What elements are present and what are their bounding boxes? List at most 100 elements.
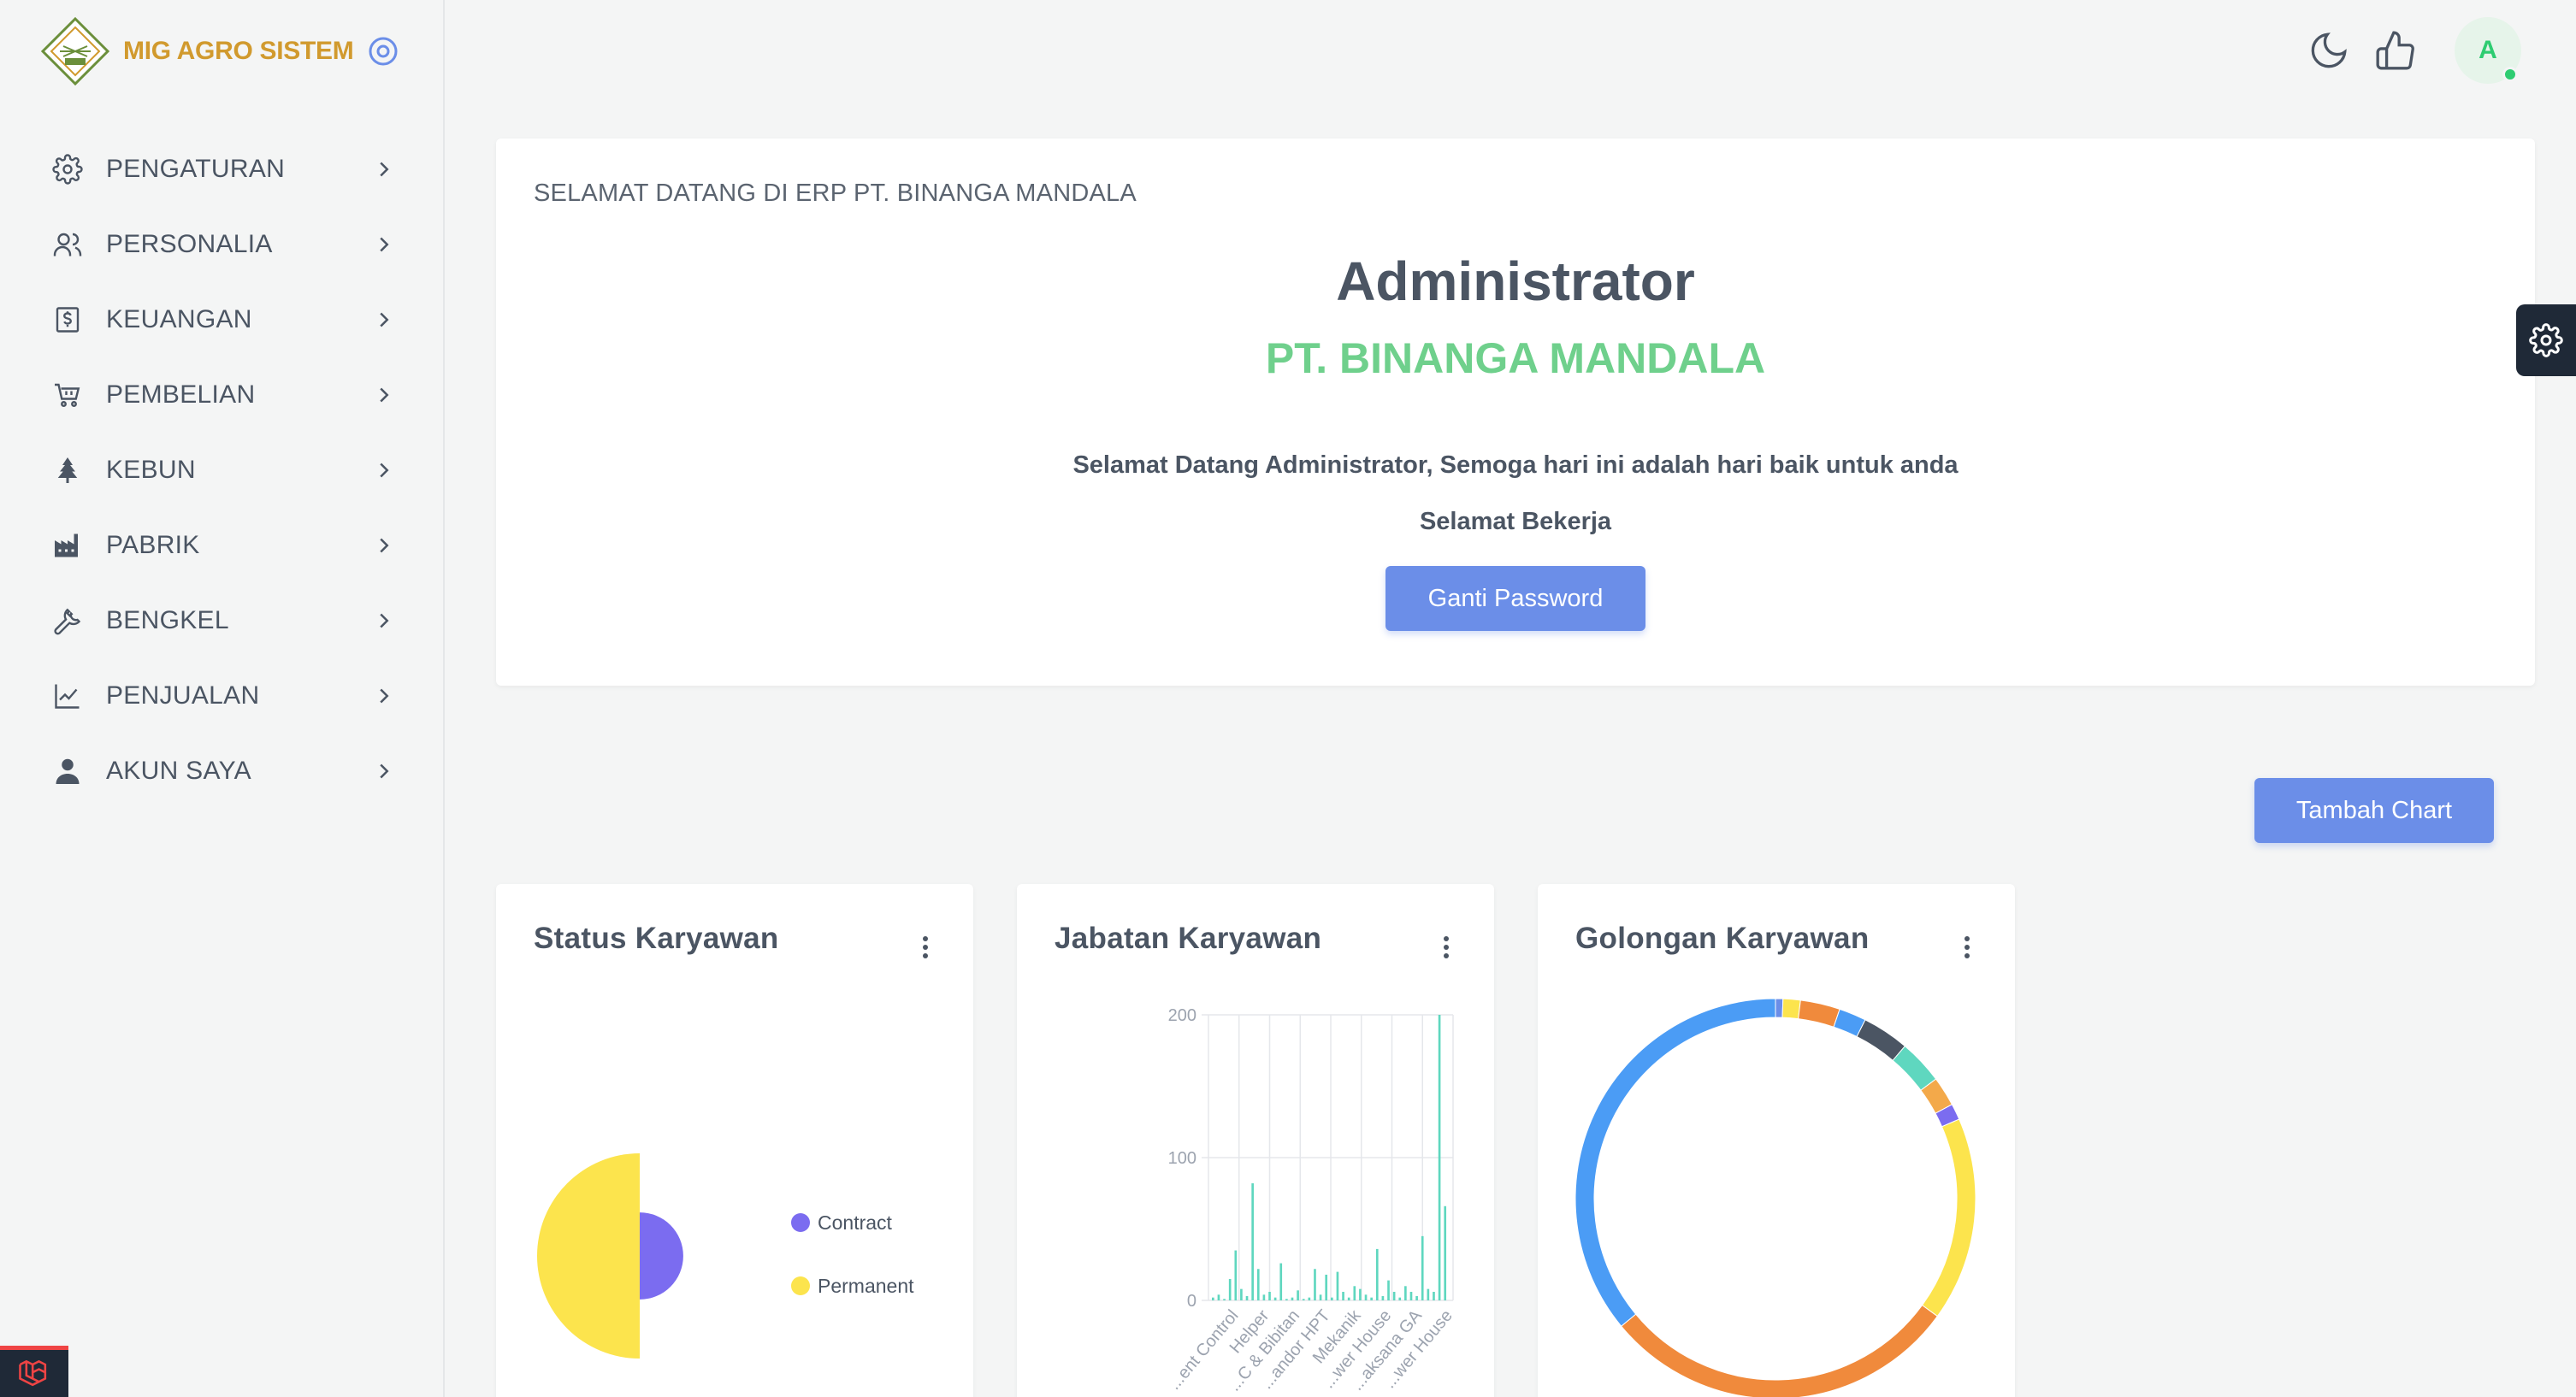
bar[interactable] — [1444, 1205, 1447, 1300]
bar[interactable] — [1381, 1295, 1385, 1300]
sidebar-item-keuangan[interactable]: KEUANGAN — [0, 282, 445, 357]
bar[interactable] — [1256, 1269, 1260, 1300]
bar[interactable] — [1234, 1250, 1238, 1300]
add-chart-button[interactable]: Tambah Chart — [2254, 778, 2494, 843]
bar[interactable] — [1285, 1299, 1288, 1300]
company-name: PT. BINANGA MANDALA — [1265, 334, 1766, 382]
bar[interactable] — [1223, 1299, 1226, 1300]
bar[interactable] — [1251, 1183, 1254, 1300]
bar[interactable] — [1353, 1286, 1356, 1300]
theme-settings-button[interactable] — [2516, 304, 2576, 376]
pie-slice-permanent[interactable] — [537, 1153, 640, 1359]
bar[interactable] — [1375, 1248, 1379, 1300]
chart-card-status: Status Karyawan Contract Permanent — [496, 884, 973, 1397]
chart-card-jabatan: Jabatan Karyawan 0 100 200 ...ent Control He… — [1017, 884, 1494, 1397]
bar[interactable] — [1273, 1297, 1277, 1300]
bar-chart: 0100200...ent ControlHelper...C & Bibita… — [1165, 1006, 1456, 1395]
sidebar-item-pengaturan[interactable]: PENGATURAN — [0, 132, 445, 207]
bar[interactable] — [1387, 1280, 1390, 1300]
doughnut-segment[interactable] — [1575, 998, 1776, 1327]
legend-marker — [791, 1213, 810, 1232]
sidebar-item-akun-saya[interactable]: AKUN SAYA — [0, 734, 445, 809]
bar[interactable] — [1302, 1299, 1305, 1300]
sidebar-item-label: PENGATURAN — [106, 155, 286, 183]
welcome-heading: SELAMAT DATANG DI ERP PT. BINANGA MANDAL… — [534, 180, 1137, 207]
thumbs-up-icon[interactable] — [2374, 29, 2417, 72]
sidebar-toggle-icon[interactable] — [367, 35, 399, 68]
bar[interactable] — [1336, 1271, 1339, 1300]
welcome-message-2: Selamat Bekerja — [1419, 508, 1612, 535]
bar[interactable] — [1308, 1297, 1311, 1300]
bar[interactable] — [1342, 1291, 1344, 1300]
chevron-right-icon — [380, 387, 389, 403]
doughnut-segment[interactable] — [1781, 998, 1801, 1020]
bar[interactable] — [1268, 1291, 1271, 1300]
bar[interactable] — [1297, 1290, 1299, 1300]
chevron-right-icon — [380, 463, 389, 478]
pie-slice-contract[interactable] — [640, 1212, 683, 1300]
wrench-icon — [50, 603, 86, 639]
bar[interactable] — [1319, 1294, 1322, 1300]
doughnut-segment[interactable] — [1775, 998, 1784, 1018]
bar[interactable] — [1245, 1295, 1249, 1300]
bar[interactable] — [1409, 1291, 1413, 1300]
gear-icon — [50, 151, 86, 187]
sidebar-item-pabrik[interactable]: PABRIK — [0, 508, 445, 583]
bar[interactable] — [1415, 1295, 1418, 1300]
online-status-dot — [2502, 67, 2518, 82]
bar[interactable] — [1398, 1297, 1402, 1300]
chevron-right-icon — [380, 763, 389, 779]
doughnut-segment[interactable] — [1620, 1304, 1939, 1397]
laravel-badge[interactable] — [0, 1346, 68, 1397]
chevron-right-icon — [380, 613, 389, 628]
bar[interactable] — [1364, 1294, 1368, 1300]
brand-name: MIG AGRO SISTEM — [123, 37, 354, 65]
bar[interactable] — [1314, 1269, 1316, 1300]
y-tick-label: 0 — [1187, 1292, 1196, 1311]
sidebar-item-label: PABRIK — [106, 531, 200, 559]
doughnut-segment[interactable] — [1798, 999, 1840, 1028]
bar[interactable] — [1347, 1297, 1350, 1300]
welcome-card: SELAMAT DATANG DI ERP PT. BINANGA MANDAL… — [496, 139, 2535, 686]
sidebar-item-label: PERSONALIA — [106, 230, 273, 258]
bar[interactable] — [1370, 1297, 1373, 1300]
bar[interactable] — [1421, 1235, 1424, 1300]
sidebar-item-penjualan[interactable]: PENJUALAN — [0, 658, 445, 734]
bar[interactable] — [1359, 1288, 1362, 1300]
doughnut-segment[interactable] — [1921, 1118, 1976, 1317]
bar[interactable] — [1427, 1288, 1430, 1300]
bar[interactable] — [1262, 1294, 1266, 1300]
bar[interactable] — [1433, 1291, 1435, 1300]
bar[interactable] — [1404, 1286, 1407, 1300]
chevron-right-icon — [380, 162, 389, 177]
factory-icon — [50, 528, 86, 563]
sidebar-item-label: AKUN SAYA — [106, 757, 251, 785]
y-tick-label: 200 — [1168, 1006, 1196, 1025]
change-password-button[interactable]: Ganti Password — [1385, 566, 1645, 631]
sidebar-item-label: KEUANGAN — [106, 305, 252, 333]
bar[interactable] — [1438, 1015, 1441, 1300]
bar[interactable] — [1228, 1278, 1232, 1300]
users-icon — [50, 227, 86, 262]
bar[interactable] — [1279, 1263, 1283, 1300]
bar[interactable] — [1325, 1274, 1328, 1300]
bar[interactable] — [1291, 1297, 1294, 1300]
moon-icon[interactable] — [2307, 29, 2350, 72]
cart-icon — [50, 377, 86, 413]
bar[interactable] — [1217, 1294, 1220, 1300]
sidebar-menu: PENGATURAN PERSONALIA KEUANGAN PEMBELIAN — [0, 132, 445, 809]
sidebar-item-bengkel[interactable]: BENGKEL — [0, 583, 445, 658]
bar[interactable] — [1212, 1297, 1214, 1300]
bar[interactable] — [1392, 1291, 1396, 1300]
bar[interactable] — [1240, 1288, 1243, 1300]
sidebar: MIG AGRO SISTEM PENGATURAN PERSONALIA KE… — [0, 0, 445, 1397]
chevron-right-icon — [380, 237, 389, 252]
chevron-right-icon — [380, 312, 389, 327]
sidebar-item-pembelian[interactable]: PEMBELIAN — [0, 357, 445, 433]
sidebar-item-personalia[interactable]: PERSONALIA — [0, 207, 445, 282]
bar[interactable] — [1331, 1297, 1333, 1300]
welcome-message: Selamat Datang Administrator, Semoga har… — [1072, 451, 1959, 479]
sidebar-item-kebun[interactable]: KEBUN — [0, 433, 445, 508]
brand[interactable]: MIG AGRO SISTEM — [41, 17, 399, 85]
user-name: Administrator — [1336, 251, 1695, 312]
